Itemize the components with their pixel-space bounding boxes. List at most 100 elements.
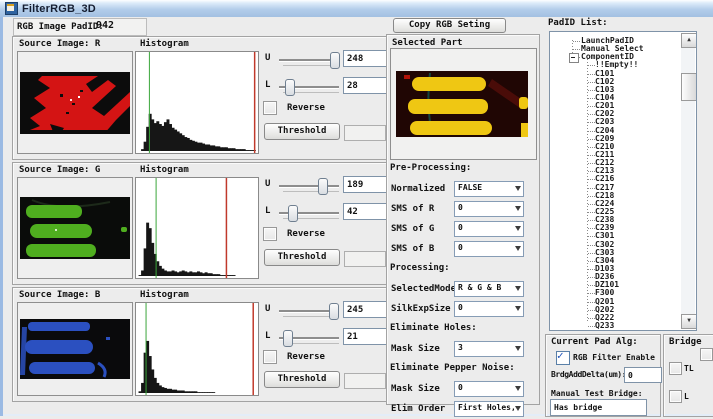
padid-tree-item[interactable]: C101 [551,70,680,78]
tree-scrollbar[interactable]: ▲ ▼ [681,33,695,329]
source-image-r-thumbnail[interactable] [17,51,133,154]
padid-tree-item[interactable]: DZ101 [551,281,680,289]
dropdown-value: 0 [458,243,463,252]
selected-part-panel: Selected Part Pre-Processing:NormalizedF… [386,34,540,405]
padid-tree-item[interactable]: Q201 [551,298,680,306]
u-slider[interactable] [279,185,339,187]
tl-checkbox[interactable] [669,362,682,375]
histogram-r [135,51,259,154]
l-checkbox[interactable] [669,390,682,403]
bridge-checkbox[interactable] [700,348,713,361]
padid-tree-item[interactable]: C202 [551,110,680,118]
dropdown-value: 0 [458,223,463,232]
padid-tree-item[interactable]: C217 [551,184,680,192]
param-label: SilkExpSize [391,304,451,314]
chevron-down-icon [515,306,521,314]
padid-tree-item[interactable]: C216 [551,175,680,183]
padid-tree-item[interactable]: C304 [551,257,680,265]
padid-tree-item[interactable]: C209 [551,135,680,143]
histogram-g-label: Histogram [140,165,189,175]
rgb-filter-enable-checkbox[interactable]: ✓ [556,351,570,365]
padid-tree-item[interactable]: C301 [551,232,680,240]
source-image-b-thumbnail[interactable] [17,302,133,396]
histogram-g [135,177,259,279]
param-label: SelectedMode [391,284,456,294]
selectedmode-dropdown[interactable]: R & G & B [454,281,524,297]
padid-tree-item[interactable]: Q202 [551,306,680,314]
scroll-up-button[interactable]: ▲ [681,33,697,48]
source-image-g-thumbnail[interactable] [17,177,133,279]
padid-tree-item[interactable]: C224 [551,200,680,208]
normalized-dropdown[interactable]: FALSE [454,181,524,197]
padid-tree-item[interactable]: Q222 [551,314,680,322]
sms-of-r-dropdown[interactable]: 0 [454,201,524,217]
u-value-input[interactable] [343,176,390,193]
l-value-input[interactable] [343,203,390,220]
padid-tree-item[interactable]: C104 [551,94,680,102]
silkexpsize-dropdown[interactable]: 0 [454,301,524,317]
u-slider-thumb[interactable] [318,178,328,195]
padid-tree-item[interactable]: Q233 [551,322,680,330]
reverse-checkbox[interactable] [263,101,277,115]
padid-tree-item[interactable]: C239 [551,224,680,232]
padid-tree-item[interactable]: C201 [551,102,680,110]
u-slider-label: U [265,53,270,63]
threshold-button[interactable]: Threshold [264,123,340,140]
padid-tree-item[interactable]: C204 [551,127,680,135]
dropdown-value: 0 [458,383,463,392]
padid-tree-item[interactable]: C225 [551,208,680,216]
param-row: Elim OrderFirst Holes, [390,399,536,419]
padid-tree-item[interactable]: C203 [551,118,680,126]
l-slider-thumb[interactable] [285,79,295,96]
manual-test-bridge-input[interactable] [550,399,647,416]
app-icon [5,2,18,15]
elim-order-dropdown[interactable]: First Holes, [454,401,524,417]
current-pad-alg-group: Current Pad Alg: ✓ RGB Filter Enable Brd… [545,334,661,417]
u-value-input[interactable] [343,301,390,318]
param-row: NormalizedFALSE [390,179,536,199]
padid-tree-item[interactable]: C302 [551,241,680,249]
padid-tree-item[interactable]: C238 [551,216,680,224]
l-value-input[interactable] [343,77,390,94]
l-slider-thumb[interactable] [288,205,298,222]
reverse-label: Reverse [287,352,325,362]
reverse-checkbox[interactable] [263,227,277,241]
sms-of-b-dropdown[interactable]: 0 [454,241,524,257]
reverse-checkbox[interactable] [263,350,277,364]
l-slider-thumb[interactable] [283,330,293,347]
brdgadddelta-label: BrdgAddDelta(um): [551,370,626,379]
padid-tree-item[interactable]: C213 [551,167,680,175]
scroll-down-button[interactable]: ▼ [681,314,697,329]
u-slider-thumb[interactable] [330,52,340,69]
padid-tree-item[interactable]: D103 [551,265,680,273]
padid-tree-item[interactable]: F300 [551,289,680,297]
title-bar[interactable]: FilterRGB_3D [0,0,713,18]
padid-tree-item[interactable]: C218 [551,192,680,200]
padid-tree-item[interactable]: !!Empty!! [551,61,680,69]
brdgadddelta-input[interactable] [624,367,662,383]
mask-size-dropdown[interactable]: 3 [454,341,524,357]
padid-tree-item[interactable]: C212 [551,159,680,167]
chevron-down-icon [515,346,521,354]
scrollbar-thumb[interactable] [681,73,697,101]
padid-tree-item[interactable]: C303 [551,249,680,257]
padid-tree[interactable]: LaunchPadIDManual SelectComponentID!!Emp… [549,31,697,331]
copy-rgb-setting-button[interactable]: Copy RGB Seting [393,18,506,33]
padid-tree-item[interactable]: C211 [551,151,680,159]
threshold-button[interactable]: Threshold [264,249,340,266]
padid-tree-item[interactable]: C103 [551,86,680,94]
check-icon: ✓ [557,349,564,362]
selected-part-image [396,71,528,137]
padid-tree-item[interactable]: C102 [551,78,680,86]
sms-of-g-dropdown[interactable]: 0 [454,221,524,237]
bridge-label: Bridge [669,337,702,347]
mask-size-dropdown[interactable]: 0 [454,381,524,397]
l-value-input[interactable] [343,328,390,345]
threshold-button[interactable]: Threshold [264,371,340,388]
padid-tree-item[interactable]: C210 [551,143,680,151]
section-header: Pre-Processing: [390,159,536,179]
u-slider-thumb[interactable] [329,303,339,320]
u-value-input[interactable] [343,50,390,67]
threshold-result-box [344,251,386,267]
histogram-r-label: Histogram [140,39,189,49]
